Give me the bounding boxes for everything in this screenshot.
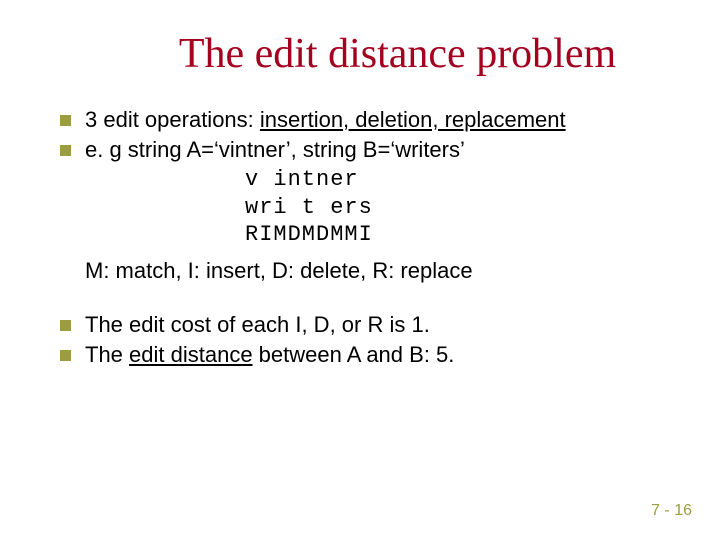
b2-mid: , string B=: [291, 137, 391, 162]
bullet-row-4: The edit distance between A and B: 5.: [60, 341, 680, 369]
bullet-row-3: The edit cost of each I, D, or R is 1.: [60, 311, 680, 339]
legend-text: M: match, I: insert, D: delete, R: repla…: [85, 257, 680, 285]
b4-pre: The: [85, 342, 129, 367]
slide-title: The edit distance problem: [115, 30, 680, 78]
b2-a: vintner: [219, 137, 286, 162]
slide-body: 3 edit operations: insertion, deletion, …: [60, 106, 680, 369]
square-bullet-icon: [60, 350, 71, 361]
page-number: 7 - 16: [651, 502, 692, 520]
bullet-3-text: The edit cost of each I, D, or R is 1.: [85, 311, 680, 339]
align-line-3: RIMDMDMMI: [245, 221, 680, 249]
align-line-1: v intner: [245, 166, 680, 194]
bullet-row-2: e. g string A=‘vintner’, string B=‘write…: [60, 136, 680, 164]
b2-pre: e. g string A=: [85, 137, 214, 162]
spacer: [60, 293, 680, 311]
alignment-block: v intner wri t ers RIMDMDMMI: [245, 166, 680, 249]
bullet-2-text: e. g string A=‘vintner’, string B=‘write…: [85, 136, 680, 164]
slide: The edit distance problem 3 edit operati…: [0, 0, 720, 540]
b4-post: between A and B: 5.: [253, 342, 455, 367]
bullet-1-lead: 3 edit operations:: [85, 107, 260, 132]
square-bullet-icon: [60, 145, 71, 156]
square-bullet-icon: [60, 320, 71, 331]
quote-close-2: ’: [460, 137, 465, 162]
square-bullet-icon: [60, 115, 71, 126]
b4-u: edit distance: [129, 342, 253, 367]
bullet-row-1: 3 edit operations: insertion, deletion, …: [60, 106, 680, 134]
align-line-2: wri t ers: [245, 194, 680, 222]
bullet-4-text: The edit distance between A and B: 5.: [85, 341, 680, 369]
b2-b: writers: [395, 137, 460, 162]
bullet-1-ops: insertion, deletion, replacement: [260, 107, 566, 132]
bullet-1-text: 3 edit operations: insertion, deletion, …: [85, 106, 680, 134]
